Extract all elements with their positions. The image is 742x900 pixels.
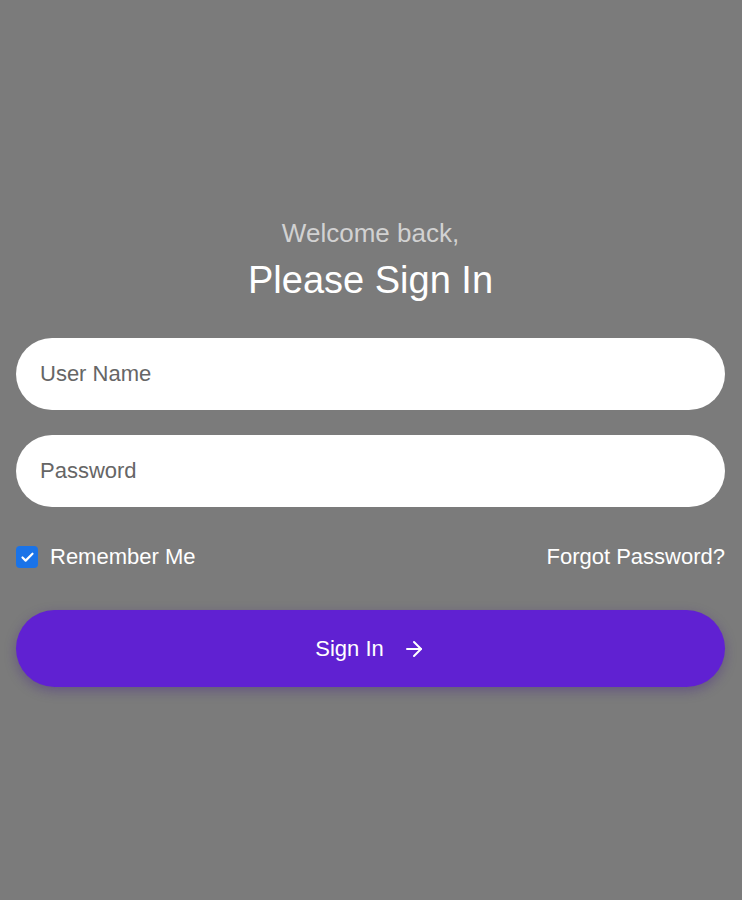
remember-me-label: Remember Me bbox=[50, 544, 195, 570]
forgot-password-link[interactable]: Forgot Password? bbox=[546, 544, 725, 570]
greeting: Welcome back, bbox=[16, 214, 725, 252]
sign-in-label: Sign In bbox=[315, 636, 384, 662]
username-input[interactable] bbox=[16, 338, 725, 410]
password-input[interactable] bbox=[16, 435, 725, 507]
checkbox-box[interactable] bbox=[16, 546, 38, 568]
sign-in-button[interactable]: Sign In bbox=[16, 610, 725, 687]
login-page: Welcome back, Please Sign In Remember Me Fo… bbox=[0, 0, 742, 900]
check-icon bbox=[20, 550, 35, 565]
arrow-right-icon bbox=[402, 637, 426, 661]
remember-me-checkbox[interactable]: Remember Me bbox=[16, 544, 195, 570]
title: Please Sign In bbox=[16, 256, 725, 304]
options-row: Remember Me Forgot Password? bbox=[16, 542, 725, 572]
